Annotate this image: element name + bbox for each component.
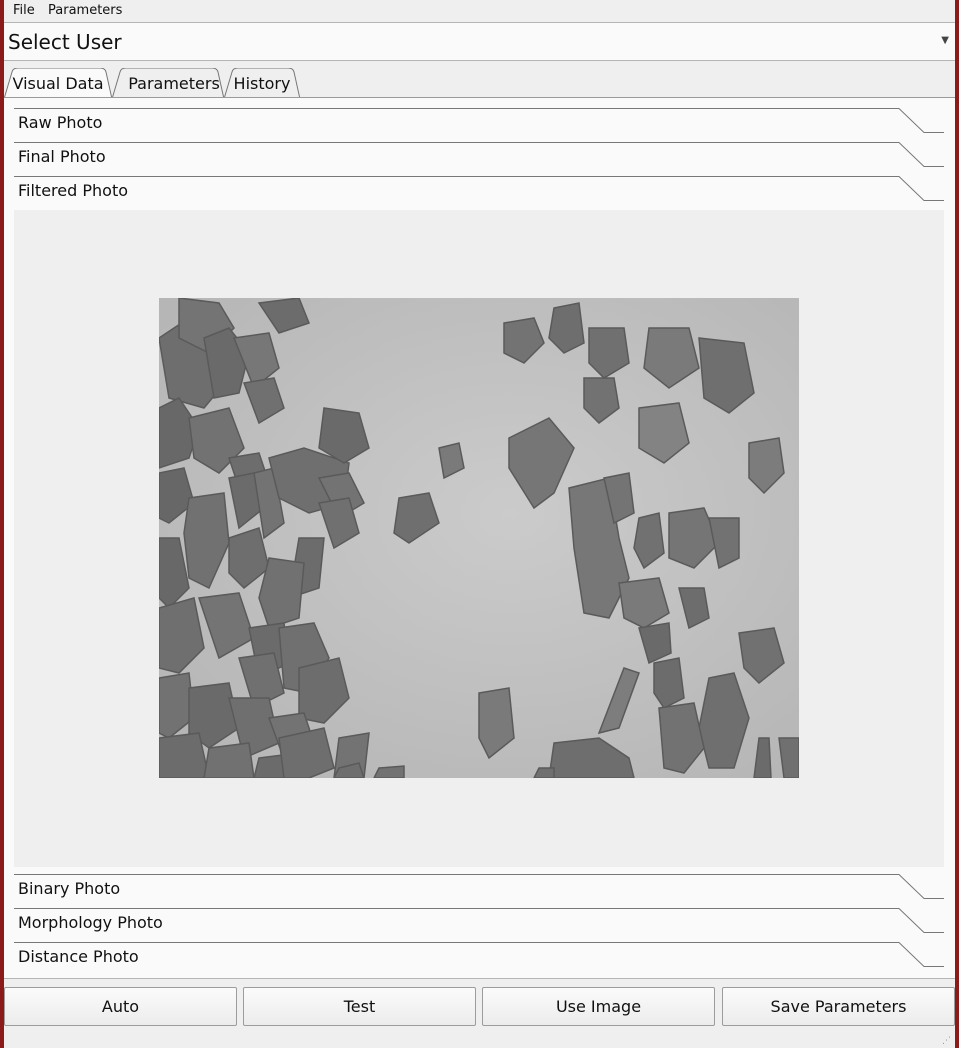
expander-title: Distance Photo bbox=[18, 947, 139, 966]
bottom-toolbar: Auto Test Use Image Save Parameters ⋰ bbox=[4, 978, 955, 1048]
tab-label: Visual Data bbox=[12, 74, 104, 93]
visual-data-panel: Raw Photo Final Photo Filtered Photo Bin… bbox=[4, 98, 955, 978]
expander-outline bbox=[14, 942, 944, 967]
expander-title: Raw Photo bbox=[18, 113, 103, 132]
expander-morphology-photo[interactable]: Morphology Photo bbox=[14, 908, 944, 942]
user-select-value: Select User bbox=[8, 30, 122, 54]
expander-title: Morphology Photo bbox=[18, 913, 163, 932]
expander-filtered-photo[interactable]: Filtered Photo bbox=[14, 176, 944, 210]
filtered-photo bbox=[159, 298, 799, 778]
expander-raw-photo[interactable]: Raw Photo bbox=[14, 108, 944, 142]
test-button[interactable]: Test bbox=[243, 987, 476, 1026]
tab-label: Parameters bbox=[128, 74, 220, 93]
expander-outline bbox=[14, 142, 944, 167]
use-image-button[interactable]: Use Image bbox=[482, 987, 715, 1026]
resize-grip-icon[interactable]: ⋰ bbox=[942, 1036, 951, 1046]
save-parameters-button[interactable]: Save Parameters bbox=[722, 987, 955, 1026]
tab-visual-data[interactable]: Visual Data bbox=[4, 68, 112, 99]
menu-parameters[interactable]: Parameters bbox=[48, 3, 122, 18]
user-select-dropdown[interactable]: Select User ▼ bbox=[4, 22, 955, 61]
expander-outline bbox=[14, 874, 944, 899]
expander-outline bbox=[14, 176, 944, 201]
tab-history[interactable]: History bbox=[224, 68, 300, 99]
expander-outline bbox=[14, 108, 944, 133]
chevron-down-icon: ▼ bbox=[941, 35, 949, 46]
app-window: File Parameters Select User ▼ Visual Dat… bbox=[4, 0, 955, 1048]
auto-button[interactable]: Auto bbox=[4, 987, 237, 1026]
tab-label: History bbox=[233, 74, 291, 93]
tab-bar: Visual Data Parameters History bbox=[4, 61, 955, 99]
expander-title: Final Photo bbox=[18, 147, 106, 166]
expander-binary-photo[interactable]: Binary Photo bbox=[14, 874, 944, 908]
menu-file[interactable]: File bbox=[13, 3, 35, 18]
expander-title: Filtered Photo bbox=[18, 181, 128, 200]
menu-bar: File Parameters bbox=[4, 0, 955, 21]
expander-title: Binary Photo bbox=[18, 879, 121, 898]
filtered-photo-area bbox=[14, 210, 944, 867]
tab-parameters[interactable]: Parameters bbox=[112, 68, 228, 99]
expander-final-photo[interactable]: Final Photo bbox=[14, 142, 944, 176]
expander-distance-photo[interactable]: Distance Photo bbox=[14, 942, 944, 976]
